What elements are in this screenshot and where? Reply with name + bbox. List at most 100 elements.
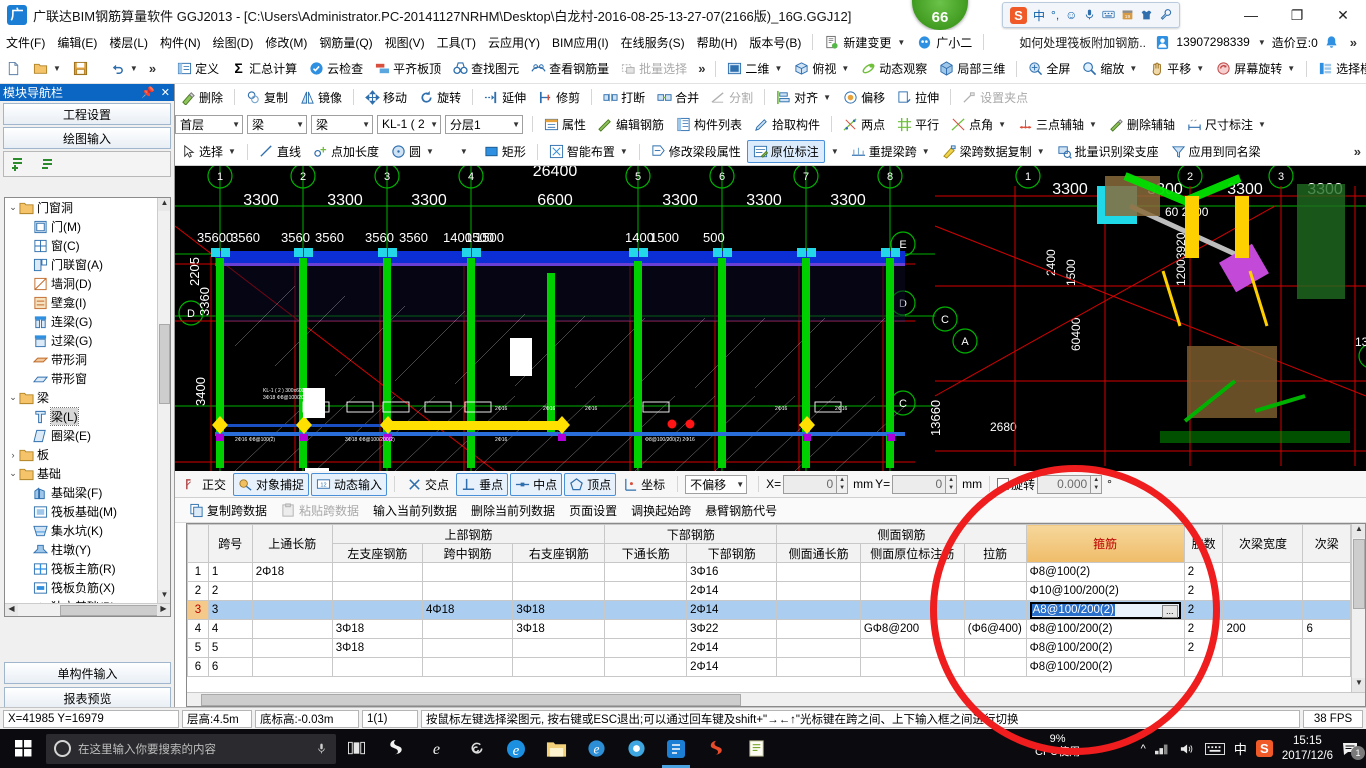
cell-side-insitu[interactable] bbox=[859, 638, 965, 658]
tree-node-door[interactable]: 门(M) bbox=[5, 217, 157, 236]
cell-right-support[interactable]: 3Φ18 bbox=[512, 619, 606, 639]
point-length-button[interactable]: 点加长度 bbox=[307, 140, 385, 163]
local3d-button[interactable]: 局部三维 bbox=[933, 57, 1011, 80]
align-slab-button[interactable]: 平齐板顶 bbox=[369, 57, 447, 80]
toolbar-overflow-left[interactable]: » bbox=[144, 61, 161, 76]
cell-mid-span[interactable] bbox=[422, 638, 514, 658]
header-tie[interactable]: 拉筋 bbox=[963, 543, 1027, 563]
row-header[interactable]: 3 bbox=[187, 600, 209, 620]
osnap-toggle[interactable]: 对象捕捉 bbox=[233, 472, 310, 496]
dyninput-toggle[interactable]: 12 动态输入 bbox=[311, 472, 388, 496]
respan-chevron-down-icon[interactable]: ▼ bbox=[922, 147, 930, 156]
cell-stirrup[interactable]: Φ8@100(2) bbox=[1025, 562, 1185, 582]
stirrup-editor[interactable]: A8@100/200(2) ... bbox=[1029, 601, 1181, 619]
header-mid-span[interactable]: 跨中钢筋 bbox=[422, 543, 514, 563]
menu-item-tools[interactable]: 工具(T) bbox=[431, 31, 482, 54]
cell-sec[interactable] bbox=[1302, 581, 1351, 601]
pin-icon[interactable]: 📌 bbox=[141, 86, 155, 99]
cell-span[interactable]: 2 bbox=[207, 581, 253, 601]
task-view-icon[interactable] bbox=[336, 729, 376, 768]
notepad-icon[interactable] bbox=[736, 729, 776, 768]
tree-node-raftfound[interactable]: 筏板基础(M) bbox=[5, 502, 157, 521]
table-row[interactable]: 2 2 2Φ14 Φ10@100/200(2) 2 bbox=[187, 581, 1351, 601]
offset-button[interactable]: 偏移 bbox=[837, 86, 891, 109]
tree-node-stripehole[interactable]: 带形洞 bbox=[5, 350, 157, 369]
stretch-button[interactable]: 拉伸 bbox=[891, 86, 945, 109]
open-file-button[interactable]: ▼ bbox=[27, 58, 67, 79]
cell-right-support[interactable] bbox=[512, 581, 606, 601]
tray-chevron-up-icon[interactable]: ^ bbox=[1141, 743, 1146, 755]
menu-item-cloud[interactable]: 云应用(Y) bbox=[482, 31, 546, 54]
table-row[interactable]: 5 5 3Φ18 2Φ14 Φ8@100/200(2) 2 bbox=[187, 638, 1351, 658]
cell-stirrup[interactable]: Φ8@100/200(2) bbox=[1025, 619, 1185, 639]
grid-horizontal-scrollbar[interactable] bbox=[187, 692, 1365, 706]
pan-chevron-down-icon[interactable]: ▼ bbox=[1196, 64, 1204, 73]
rectangle-button[interactable]: 矩形 bbox=[478, 140, 532, 163]
spancopy-chevron-down-icon[interactable]: ▼ bbox=[1037, 147, 1045, 156]
cell-bottom-through[interactable] bbox=[604, 638, 688, 658]
three-point-axis-button[interactable]: 三点辅轴 ▼ bbox=[1012, 113, 1103, 136]
cell-right-support[interactable] bbox=[512, 562, 606, 582]
floor-combo[interactable]: 首层 ▼ bbox=[175, 114, 243, 134]
ime-toolbar[interactable]: S 中 °, ☺ 19 bbox=[1002, 2, 1181, 28]
report-preview-button[interactable]: 报表预览 bbox=[4, 687, 171, 709]
cell-left-support[interactable]: 3Φ18 bbox=[331, 619, 424, 639]
tree-node-slab-group[interactable]: › 板 bbox=[5, 445, 157, 464]
define-button[interactable]: 定义 bbox=[171, 57, 225, 80]
merge-button[interactable]: 合并 bbox=[651, 86, 705, 109]
grid-vertical-scrollbar[interactable]: ▲ ▼ bbox=[1351, 524, 1365, 706]
tree-node-raftneg[interactable]: 筏板负筋(X) bbox=[5, 578, 157, 597]
sogou-icon[interactable] bbox=[376, 729, 416, 768]
mirror-button[interactable]: 镜像 bbox=[294, 86, 348, 109]
cell-side-through[interactable] bbox=[776, 619, 861, 639]
toolbar-overflow-mid[interactable]: » bbox=[693, 61, 710, 76]
header-stirrup[interactable]: 箍筋 bbox=[1025, 524, 1185, 563]
cell-legs[interactable]: 2 bbox=[1183, 581, 1224, 601]
cell-side-through[interactable] bbox=[776, 581, 861, 601]
header-legs[interactable]: 肢数 bbox=[1183, 524, 1224, 563]
header-span-no[interactable]: 跨号 bbox=[207, 524, 253, 563]
chrome-icon[interactable] bbox=[616, 729, 656, 768]
cell-span[interactable]: 1 bbox=[207, 562, 253, 582]
page-setup-button[interactable]: 页面设置 bbox=[563, 499, 623, 522]
ime-keyboard-icon[interactable] bbox=[1102, 8, 1116, 22]
copy-button[interactable]: 复制 bbox=[240, 86, 294, 109]
parallel-button[interactable]: 平行 bbox=[891, 113, 945, 136]
cell-bottom-through[interactable] bbox=[604, 657, 688, 677]
tree-vertical-scrollbar[interactable]: ▲ ▼ bbox=[157, 198, 170, 616]
twisty-expanded-icon[interactable]: ⌄ bbox=[7, 468, 19, 479]
apply-samename-button[interactable]: 应用到同名梁 bbox=[1165, 140, 1267, 163]
cell-span[interactable]: 5 bbox=[207, 638, 253, 658]
single-member-input-button[interactable]: 单构件输入 bbox=[4, 662, 171, 684]
pick-member-button[interactable]: 拾取构件 bbox=[748, 113, 826, 136]
menu-item-help[interactable]: 帮助(H) bbox=[691, 31, 744, 54]
tree-node-ringbeam[interactable]: 圈梁(E) bbox=[5, 426, 157, 445]
header-left-support[interactable]: 左支座钢筋 bbox=[331, 543, 424, 563]
cell-side-through[interactable] bbox=[776, 600, 861, 620]
cell-left-support[interactable]: 3Φ18 bbox=[331, 638, 424, 658]
y-input[interactable]: 0 bbox=[892, 474, 947, 494]
stirrup-ellipsis-button[interactable]: ... bbox=[1161, 604, 1178, 618]
cell-side-through[interactable] bbox=[776, 562, 861, 582]
ime-tools-icon[interactable] bbox=[1159, 8, 1172, 22]
twisty-collapsed-icon[interactable]: › bbox=[7, 450, 19, 460]
cell-top-through[interactable] bbox=[251, 638, 333, 658]
cell-right-support[interactable]: 3Φ18 bbox=[512, 600, 606, 620]
cell-side-insitu[interactable]: GΦ8@200 bbox=[859, 619, 965, 639]
align-button[interactable]: 对齐 ▼ bbox=[770, 86, 837, 109]
category-combo-chevron-down-icon[interactable]: ▼ bbox=[292, 120, 304, 129]
scroll-thumb-h[interactable] bbox=[60, 605, 170, 616]
split-button[interactable]: 分割 bbox=[705, 86, 759, 109]
screen-rotate-button[interactable]: 屏幕旋转 ▼ bbox=[1210, 57, 1301, 80]
menu-item-floor[interactable]: 楼层(L) bbox=[103, 31, 154, 54]
cell-top-through[interactable] bbox=[251, 657, 333, 677]
re-span-button[interactable]: 重提梁跨 ▼ bbox=[845, 140, 936, 163]
close-button[interactable]: ✕ bbox=[1320, 0, 1366, 30]
cell-legs[interactable]: 2 bbox=[1183, 562, 1224, 582]
summary-calc-button[interactable]: Σ 汇总计算 bbox=[225, 57, 303, 80]
cell-mid-span[interactable] bbox=[422, 619, 514, 639]
zoom-chevron-down-icon[interactable]: ▼ bbox=[1129, 64, 1137, 73]
cell-sec[interactable] bbox=[1302, 638, 1351, 658]
selecttool-chevron-down-icon[interactable]: ▼ bbox=[228, 147, 236, 156]
threepoint-chevron-down-icon[interactable]: ▼ bbox=[1089, 120, 1097, 129]
